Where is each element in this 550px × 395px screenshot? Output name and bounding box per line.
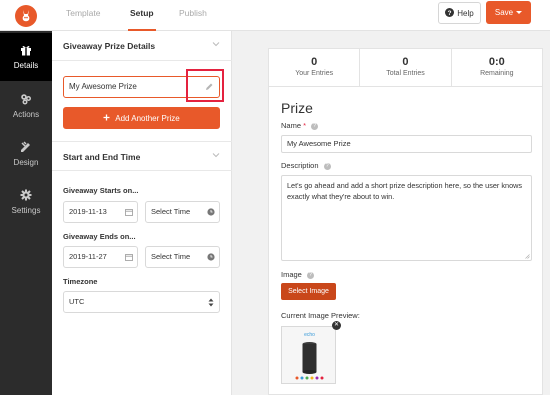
select-arrows-icon: [208, 298, 214, 307]
help-tooltip-icon[interactable]: ?: [323, 162, 331, 170]
actions-icon: [20, 93, 32, 107]
description-textarea[interactable]: Let's go ahead and add a short prize des…: [281, 175, 532, 261]
tab-template[interactable]: Template: [66, 0, 101, 31]
name-label: Name * ?: [281, 121, 319, 130]
description-label-text: Description: [281, 161, 319, 170]
description-label: Description ?: [281, 161, 331, 170]
description-text: Let's go ahead and add a short prize des…: [287, 181, 523, 201]
design-icon: [20, 141, 32, 155]
clock-icon: [207, 253, 215, 261]
prize-section-header[interactable]: Giveaway Prize Details: [52, 31, 232, 61]
settings-panel: Giveaway Prize Details My Awesome Prize …: [52, 31, 232, 395]
help-tooltip-icon[interactable]: ?: [311, 122, 319, 130]
echo-brand-text: echo: [304, 332, 315, 338]
svg-text:?: ?: [448, 9, 452, 16]
giveaway-preview-card: 0 Your Entries 0 Total Entries 0:0 Remai…: [268, 48, 543, 395]
tab-publish[interactable]: Publish: [179, 0, 207, 31]
stat-caption: Remaining: [480, 70, 514, 77]
image-label: Image ?: [281, 270, 314, 279]
image-label-text: Image: [281, 270, 302, 279]
required-marker: *: [303, 121, 307, 130]
stat-total-entries: 0 Total Entries: [360, 49, 452, 86]
start-date-value: 2019-11-13: [69, 207, 107, 216]
question-circle-icon: ?: [445, 7, 455, 19]
save-button[interactable]: Save: [486, 1, 531, 24]
sidebar-item-label: Design: [13, 158, 39, 167]
chevron-down-icon: [516, 11, 523, 14]
sidebar-item-design[interactable]: Design: [0, 130, 52, 178]
echo-speaker-image: echo: [282, 327, 335, 383]
gear-icon: [20, 189, 32, 203]
help-label: Help: [457, 8, 474, 18]
stat-your-entries: 0 Your Entries: [269, 49, 361, 86]
calendar-icon: [125, 254, 133, 261]
sidebar-item-label: Actions: [12, 110, 40, 119]
sidebar: Details Actions Design Settings: [0, 31, 52, 395]
chevron-down-icon: [212, 42, 220, 47]
sidebar-item-details[interactable]: Details: [0, 33, 52, 81]
start-time-placeholder: Select Time: [151, 207, 191, 216]
entry-stats: 0 Your Entries 0 Total Entries 0:0 Remai…: [269, 49, 542, 87]
resize-handle-icon[interactable]: [525, 254, 530, 259]
add-prize-button[interactable]: Add Another Prize: [63, 107, 220, 129]
time-section-header[interactable]: Start and End Time: [52, 141, 232, 171]
stat-value: 0:0: [488, 56, 505, 68]
end-time-placeholder: Select Time: [151, 252, 191, 261]
name-label-text: Name: [281, 121, 302, 130]
stat-caption: Your Entries: [295, 70, 334, 77]
ends-label: Giveaway Ends on...: [63, 232, 136, 241]
calendar-icon: [125, 209, 133, 216]
prize-name-input[interactable]: My Awesome Prize: [281, 135, 532, 153]
clock-icon: [207, 208, 215, 216]
help-tooltip-icon[interactable]: ?: [306, 271, 314, 279]
top-bar: Template Setup Publish ? Help Save: [0, 0, 550, 31]
section-title: Giveaway Prize Details: [63, 41, 156, 51]
end-time-field[interactable]: Select Time: [145, 246, 220, 268]
remove-image-icon[interactable]: ✕: [332, 321, 341, 330]
prize-image-thumbnail: echo: [281, 326, 336, 384]
stat-value: 0: [311, 56, 318, 68]
edit-highlight-annotation: [186, 69, 224, 102]
timezone-value: UTC: [69, 297, 85, 306]
prize-heading: Prize: [281, 100, 313, 116]
app-logo[interactable]: [0, 0, 52, 31]
help-button[interactable]: ? Help: [438, 2, 481, 24]
start-date-field[interactable]: 2019-11-13: [63, 201, 138, 223]
start-time-field[interactable]: Select Time: [145, 201, 220, 223]
rabbit-logo-icon: [15, 4, 37, 27]
current-image-label: Current Image Preview:: [281, 311, 360, 320]
timezone-select[interactable]: UTC: [63, 291, 220, 313]
sidebar-item-label: Details: [13, 61, 39, 70]
save-label: Save: [494, 8, 514, 17]
add-prize-label: Add Another Prize: [115, 113, 180, 123]
section-title: Start and End Time: [63, 152, 141, 162]
sidebar-item-actions[interactable]: Actions: [0, 82, 52, 130]
chevron-down-icon: [212, 153, 220, 158]
stat-caption: Total Entries: [386, 70, 425, 77]
sidebar-item-label: Settings: [11, 206, 41, 215]
tab-setup[interactable]: Setup: [128, 0, 156, 31]
stat-value: 0: [402, 56, 409, 68]
gift-icon: [20, 44, 32, 58]
end-date-field[interactable]: 2019-11-27: [63, 246, 138, 268]
sidebar-item-settings[interactable]: Settings: [0, 178, 52, 226]
timezone-label: Timezone: [63, 277, 98, 286]
stat-remaining: 0:0 Remaining: [452, 49, 542, 86]
end-date-value: 2019-11-27: [69, 252, 107, 261]
plus-icon: [103, 114, 110, 123]
starts-label: Giveaway Starts on...: [63, 186, 139, 195]
select-image-button[interactable]: Select Image: [281, 283, 336, 300]
